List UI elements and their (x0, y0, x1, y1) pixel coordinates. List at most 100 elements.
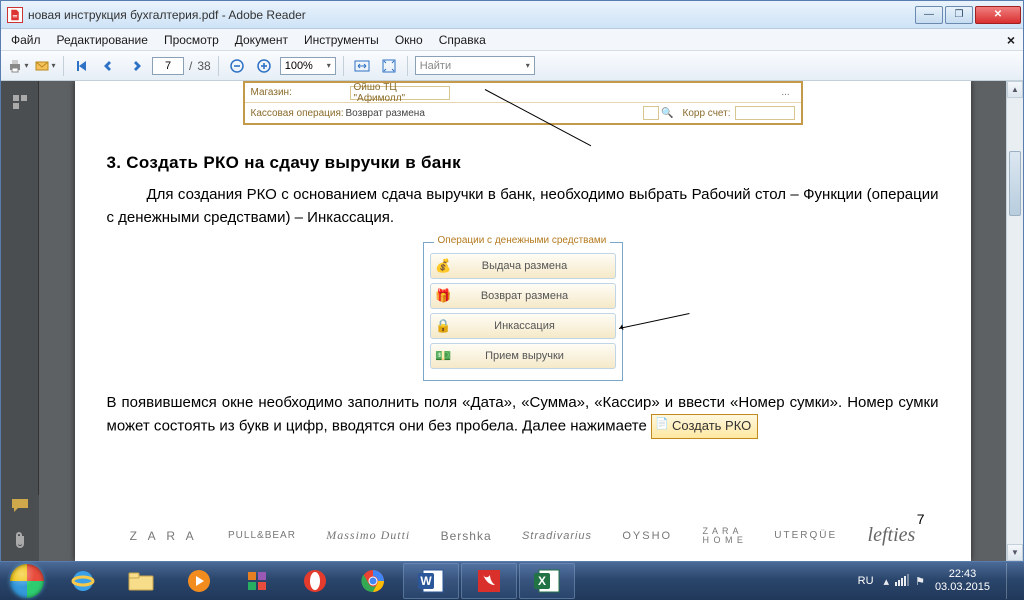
next-page-button[interactable] (125, 55, 147, 77)
brand-zh2: H O M E (702, 535, 744, 545)
separator (63, 56, 64, 76)
clock-date: 03.03.2015 (935, 581, 990, 594)
create-rko-button-image: Создать РКО (651, 414, 758, 439)
op-button-receive: 💵Прием выручки (430, 343, 616, 369)
attachments-panel-icon[interactable] (9, 529, 31, 551)
tray-up-icon[interactable]: ▴ (884, 575, 890, 588)
op-button-return: 🎁Возврат размена (430, 283, 616, 309)
close-button[interactable]: ✕ (975, 6, 1021, 24)
op-label: Выдача размена (457, 260, 615, 272)
menu-window[interactable]: Окно (387, 31, 431, 49)
taskbar-app[interactable] (229, 563, 285, 599)
brand-oysho: OYSHO (622, 530, 672, 542)
ellipsis-icon: ... (777, 87, 795, 98)
op-button-issue: 💰Выдача размена (430, 253, 616, 279)
menu-help[interactable]: Справка (431, 31, 494, 49)
toolbar: 7 / 38 100% Найти (1, 51, 1023, 81)
op-button-collection: 🔒Инкассация (430, 313, 616, 339)
start-button[interactable] (0, 562, 54, 600)
input-language[interactable]: RU (858, 575, 874, 587)
find-input[interactable]: Найти (415, 56, 535, 75)
taskbar-word[interactable]: W (403, 563, 459, 599)
zoom-in-button[interactable] (253, 55, 275, 77)
brand-zarahome: Z A R AH O M E (702, 527, 744, 545)
comments-panel-icon[interactable] (9, 495, 31, 517)
search-icon: 🔍 (659, 108, 677, 119)
brand-uterque: UTERQÜE (774, 530, 837, 541)
show-desktop-button[interactable] (1006, 563, 1016, 599)
form-shop-value: Ойшо ТЦ "Афимолл" (354, 82, 446, 104)
taskbar-ie[interactable] (55, 563, 111, 599)
form-small-field (643, 106, 659, 120)
minimize-button[interactable]: — (915, 6, 943, 24)
coins-icon: 💰 (431, 258, 457, 274)
find-placeholder: Найти (420, 60, 451, 72)
operations-panel-screenshot: Операции с денежными средствами 💰Выдача … (423, 242, 623, 381)
email-button[interactable] (34, 55, 56, 77)
menu-edit[interactable]: Редактирование (49, 31, 156, 49)
form-op-label: Кассовая операция: (251, 108, 346, 119)
brand-lefties: lefties (868, 524, 916, 547)
flag-icon[interactable]: ⚑ (915, 575, 925, 588)
document-viewport[interactable]: Магазин: Ойшо ТЦ "Афимолл" ... Кассовая … (39, 81, 1006, 561)
taskbar-chrome[interactable] (345, 563, 401, 599)
menu-file[interactable]: Файл (3, 31, 49, 49)
op-label: Инкассация (457, 320, 615, 332)
menubar: Файл Редактирование Просмотр Документ Ин… (1, 29, 1023, 51)
paragraph: В появившемся окне необходимо заполнить … (107, 391, 939, 439)
fit-width-button[interactable] (351, 55, 373, 77)
pdf-file-icon (7, 7, 23, 23)
taskbar-mediaplayer[interactable] (171, 563, 227, 599)
window-title: новая инструкция бухгалтерия.pdf - Adobe… (28, 8, 915, 22)
titlebar: новая инструкция бухгалтерия.pdf - Adobe… (1, 1, 1023, 29)
menu-view[interactable]: Просмотр (156, 31, 227, 49)
brand-massimo: Massimo Dutti (326, 528, 410, 543)
window-controls: — ❐ ✕ (915, 6, 1021, 24)
taskbar-adobe-reader[interactable] (461, 563, 517, 599)
print-button[interactable] (7, 55, 29, 77)
windows-taskbar: W X RU ▴ ⚑ 22:43 03.03.2015 (0, 562, 1024, 600)
maximize-button[interactable]: ❐ (945, 6, 973, 24)
menu-tools[interactable]: Инструменты (296, 31, 387, 49)
taskbar-excel[interactable]: X (519, 563, 575, 599)
scroll-down-icon[interactable]: ▼ (1007, 544, 1023, 561)
menu-document[interactable]: Документ (227, 31, 296, 49)
page-number-input[interactable]: 7 (152, 57, 184, 75)
operations-group-label: Операции с денежными средствами (434, 235, 611, 246)
embedded-form-screenshot: Магазин: Ойшо ТЦ "Афимолл" ... Кассовая … (243, 81, 803, 125)
form-korr-label: Корр счет: (683, 108, 731, 119)
windows-orb-icon (10, 564, 44, 598)
vertical-scrollbar[interactable]: ▲ ▼ (1006, 81, 1023, 561)
taskbar-clock[interactable]: 22:43 03.03.2015 (935, 568, 990, 594)
fit-page-button[interactable] (378, 55, 400, 77)
form-korr-field (735, 106, 795, 120)
first-page-button[interactable] (71, 55, 93, 77)
brand-stradivarius: Stradivarius (522, 530, 592, 542)
page-total: 38 (197, 59, 210, 73)
money-icon: 💵 (431, 348, 457, 364)
safe-icon: 🔒 (431, 318, 457, 334)
prev-page-button[interactable] (98, 55, 120, 77)
thumbnails-panel-icon[interactable] (9, 91, 31, 113)
separator (407, 56, 408, 76)
document-close-icon[interactable]: × (1001, 32, 1021, 48)
adobe-reader-window: новая инструкция бухгалтерия.pdf - Adobe… (0, 0, 1024, 562)
brand-bershka: Bershka (441, 529, 492, 543)
zoom-out-button[interactable] (226, 55, 248, 77)
tray-icons[interactable]: ▴ ⚑ (884, 574, 925, 589)
paragraph-text: В появившемся окне необходимо заполнить … (107, 394, 939, 435)
gift-icon: 🎁 (431, 288, 457, 304)
navigation-pane (1, 81, 39, 561)
scroll-thumb[interactable] (1009, 151, 1021, 216)
page-sep: / (189, 59, 192, 73)
zoom-select[interactable]: 100% (280, 57, 336, 75)
pdf-page: Магазин: Ойшо ТЦ "Афимолл" ... Кассовая … (75, 81, 971, 561)
taskbar-explorer[interactable] (113, 563, 169, 599)
taskbar-opera[interactable] (287, 563, 343, 599)
svg-text:W: W (420, 574, 432, 588)
network-icon[interactable] (895, 574, 909, 589)
brand-footer: Z A R A PULL&BEAR Massimo Dutti Bershka … (75, 524, 971, 547)
separator (218, 56, 219, 76)
scroll-up-icon[interactable]: ▲ (1007, 81, 1023, 98)
op-label: Возврат размена (457, 290, 615, 302)
